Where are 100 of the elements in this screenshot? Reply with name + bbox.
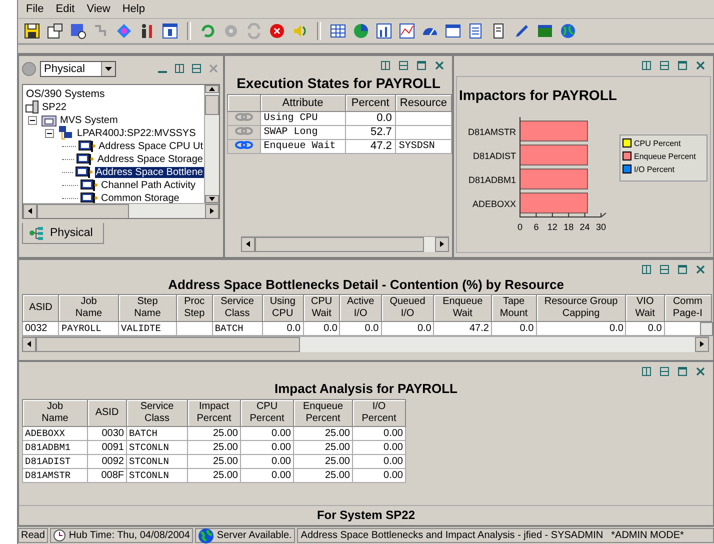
tree-item[interactable]: Common Storage (100, 192, 180, 203)
bar-chart-icon[interactable] (374, 20, 394, 41)
column-header[interactable]: I/O Percent (352, 400, 406, 427)
close-icon[interactable] (694, 365, 707, 378)
column-header[interactable]: Service Class (212, 294, 262, 322)
scroll-thumb[interactable] (37, 204, 130, 218)
collapse-toggle[interactable] (28, 116, 39, 125)
split-vertical-icon[interactable] (640, 262, 653, 276)
status-icon (22, 62, 36, 76)
tree-item[interactable]: OS/390 Systems (25, 88, 106, 100)
maximize-icon[interactable] (676, 262, 689, 276)
right-arrow-icon[interactable] (699, 341, 705, 348)
column-header[interactable]: ASID (88, 400, 126, 427)
column-header[interactable]: ASID (22, 294, 59, 322)
maximize-icon[interactable] (415, 58, 428, 72)
left-arrow-icon[interactable] (27, 208, 33, 214)
tree-item[interactable]: LPAR400J:SP22:MVSSYS (76, 128, 197, 139)
table-cell: 0.0 (536, 321, 626, 336)
left-arrow-icon[interactable] (245, 241, 251, 248)
scroll-thumb[interactable] (36, 336, 300, 352)
help-icon[interactable] (160, 20, 180, 41)
panel-title: Address Space Bottlenecks Detail - Contention (%) by Resource (167, 276, 565, 294)
menu-item[interactable]: File (22, 2, 48, 15)
vertical-scrollbar[interactable] (204, 84, 219, 203)
table-cell: 47.2 (434, 321, 492, 336)
table-cell: 0.0 (345, 111, 396, 126)
column-header[interactable]: Service Class (126, 400, 188, 427)
horizontal-scrollbar[interactable] (23, 202, 219, 218)
column-header[interactable]: CPU Percent (240, 400, 294, 427)
column-header[interactable]: Job Name (58, 294, 119, 322)
column-header[interactable]: VIO Wait (626, 294, 664, 322)
tree-item[interactable]: SP22 (41, 102, 68, 113)
bar (520, 168, 588, 190)
tick-label: 18 (564, 222, 574, 232)
tick-label: 6 (534, 222, 539, 232)
split-horizontal-icon[interactable] (190, 62, 203, 76)
horizontal-scrollbar[interactable] (22, 336, 709, 352)
left-arrow-icon[interactable] (26, 341, 32, 348)
table-cell: 25.00 (294, 454, 352, 469)
column-header[interactable]: Percent (345, 94, 396, 112)
column-header[interactable]: Enqueue Wait (434, 294, 492, 322)
tree-item[interactable]: Channel Path Activity (100, 180, 196, 191)
scroll-thumb[interactable] (205, 94, 219, 115)
table-cell: 0030 (88, 426, 126, 441)
down-arrow-icon[interactable] (209, 196, 215, 202)
scroll-thumb[interactable] (255, 236, 424, 252)
split-vertical-icon[interactable] (640, 58, 653, 72)
close-icon[interactable] (694, 58, 707, 72)
right-arrow-icon[interactable] (439, 241, 445, 248)
column-header[interactable]: Impact Percent (188, 400, 240, 427)
column-header[interactable]: Using CPU (262, 294, 304, 322)
menu-item[interactable]: View (82, 2, 114, 15)
tree-item[interactable]: Address Space CPU Ut (98, 140, 204, 152)
split-vertical-icon[interactable] (379, 58, 392, 72)
column-header[interactable]: Comm Page-I (664, 294, 712, 322)
tree-item[interactable]: Address Space Bottlene (94, 166, 204, 178)
right-arrow-icon[interactable] (209, 208, 215, 214)
maximize-icon[interactable] (676, 58, 689, 72)
close-icon[interactable] (694, 262, 707, 276)
column-header[interactable]: Queued I/O (381, 294, 434, 322)
horizontal-scrollbar[interactable] (241, 236, 449, 252)
table-cell: 25.00 (294, 426, 352, 441)
line-chart-icon[interactable] (397, 20, 417, 41)
column-header[interactable]: Tape Mount (491, 294, 536, 322)
physical-tab[interactable]: Physical (22, 222, 104, 244)
column-header[interactable]: Resource (395, 94, 452, 112)
globe-icon (198, 528, 214, 544)
column-header[interactable]: Resource Group Capping (536, 294, 626, 322)
split-vertical-icon[interactable] (173, 62, 186, 76)
split-horizontal-icon[interactable] (658, 58, 671, 72)
up-arrow-icon[interactable] (209, 86, 215, 92)
table-cell: 0.00 (352, 440, 406, 455)
table-cell: 0.00 (240, 426, 294, 441)
split-vertical-icon[interactable] (640, 365, 653, 378)
collapse-toggle[interactable] (45, 128, 56, 138)
close-icon[interactable] (433, 58, 446, 72)
column-header[interactable]: Active I/O (340, 294, 382, 322)
split-horizontal-icon[interactable] (397, 58, 410, 72)
table-cell: 0.00 (352, 454, 406, 469)
maximize-icon[interactable] (676, 365, 689, 378)
column-header[interactable]: Enqueue Percent (294, 400, 352, 427)
column-header[interactable]: Attribute (260, 94, 346, 112)
menu-item[interactable]: Help (118, 2, 149, 15)
split-horizontal-icon[interactable] (658, 262, 671, 276)
column-header[interactable]: Proc Step (176, 294, 212, 322)
axis-label: D81ADIST (472, 150, 516, 161)
menu-item[interactable]: Edit (52, 2, 79, 15)
table-cell: PAYROLL (58, 321, 119, 336)
disk-icon[interactable] (22, 20, 42, 41)
column-header[interactable]: CPU Wait (303, 294, 340, 322)
view-dropdown[interactable]: Physical (40, 60, 116, 77)
tree-item[interactable]: MVS System (59, 114, 119, 126)
tick-label: 24 (580, 222, 590, 232)
monitor-icon (76, 152, 94, 166)
column-header[interactable]: Step Name (118, 294, 176, 322)
column-header[interactable]: Job Name (22, 400, 88, 427)
tree-item[interactable]: Address Space Storage (96, 154, 204, 165)
monitor-icon (78, 140, 96, 153)
table-cell: 25.00 (188, 454, 240, 469)
split-horizontal-icon[interactable] (658, 365, 671, 378)
